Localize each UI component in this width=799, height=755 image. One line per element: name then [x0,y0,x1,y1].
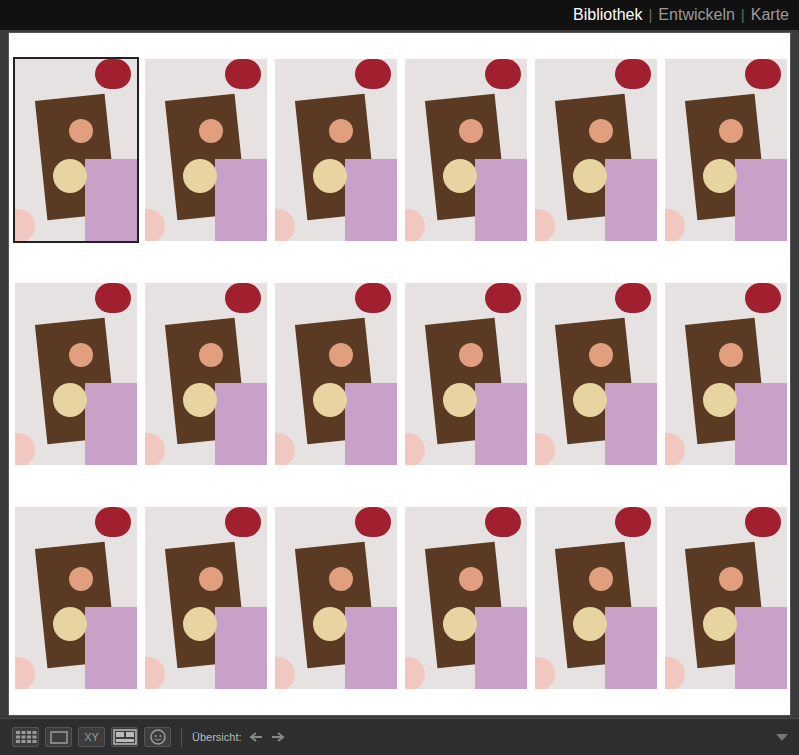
module-tab[interactable]: Karte [751,3,789,27]
photo-thumbnail[interactable] [15,507,137,689]
photo-thumbnail[interactable] [145,59,267,241]
photo-thumbnail[interactable] [665,59,787,241]
module-tab[interactable]: Entwickeln [658,3,734,27]
compare-view-button[interactable]: XY [78,727,105,747]
arrow-right-icon [270,731,286,743]
photo-thumbnail[interactable] [15,59,137,241]
separator: | [735,4,751,27]
people-view-button[interactable] [144,727,171,747]
photo-thumbnail[interactable] [665,283,787,465]
arrow-left-icon [248,731,264,743]
grid-icon [14,729,38,745]
dropdown-triangle-icon [775,732,789,742]
photo-thumbnail[interactable] [145,283,267,465]
photo-thumbnail[interactable] [405,59,527,241]
compare-label: XY [84,732,99,743]
survey-view-button[interactable] [111,727,138,747]
grid-view-button[interactable] [12,727,39,747]
toolbar-menu-button[interactable] [775,732,789,742]
next-button[interactable] [270,731,286,743]
loupe-icon [47,729,71,745]
photo-thumbnail[interactable] [405,507,527,689]
photo-thumbnail[interactable] [535,59,657,241]
photo-thumbnail[interactable] [15,283,137,465]
photo-thumbnail[interactable] [535,283,657,465]
toolbar: XY Übersicht: [0,718,799,755]
photo-thumbnail[interactable] [665,507,787,689]
overview-label: Übersicht: [192,729,242,746]
photo-thumbnail[interactable] [405,283,527,465]
photo-thumbnail[interactable] [275,283,397,465]
loupe-view-button[interactable] [45,727,72,747]
module-tab[interactable]: Bibliothek [573,3,642,27]
photo-thumbnail[interactable] [275,507,397,689]
photo-thumbnail[interactable] [275,59,397,241]
previous-button[interactable] [248,731,264,743]
photo-thumbnail[interactable] [145,507,267,689]
people-icon [146,729,170,745]
thumbnail-grid [8,32,791,716]
survey-icon [113,729,137,745]
photo-thumbnail[interactable] [535,507,657,689]
separator: | [642,4,658,27]
module-picker: Bibliothek|Entwickeln|Karte [0,0,799,30]
